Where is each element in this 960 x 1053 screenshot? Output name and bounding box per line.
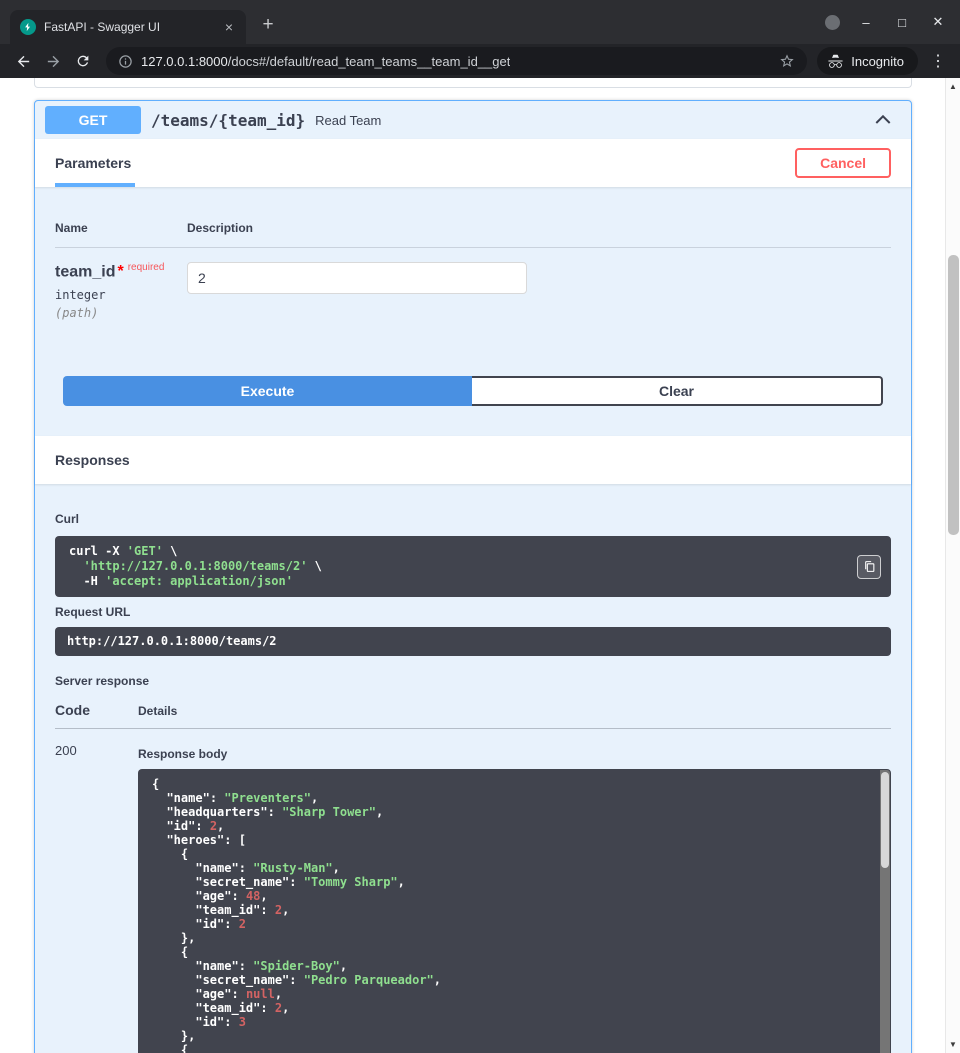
page-scrollbar-thumb[interactable] [948, 255, 959, 535]
bookmark-star-icon[interactable] [779, 53, 795, 69]
new-tab-button[interactable]: + [254, 12, 282, 40]
scroll-up-icon[interactable]: ▲ [946, 82, 960, 91]
swagger-page: GET /teams/{team_id} Read Team Parameter… [0, 78, 945, 1053]
curl-label: Curl [55, 512, 891, 526]
window-close-button[interactable]: ✕ [928, 14, 948, 30]
curl-code: curl -X 'GET' \ 'http://127.0.0.1:8000/t… [55, 536, 891, 597]
responses-body: Curl curl -X 'GET' \ 'http://127.0.0.1:8… [35, 484, 911, 1053]
response-body-scrollbar-thumb[interactable] [881, 772, 889, 868]
parameter-type: integer [55, 288, 187, 302]
responses-title: Responses [55, 452, 130, 468]
browser-navbar: 127.0.0.1:8000/docs#/default/read_team_t… [0, 44, 960, 78]
team-id-input[interactable] [187, 262, 527, 294]
parameter-name: team_id* required [55, 262, 187, 281]
parameter-row: team_id* required integer (path) [55, 248, 891, 320]
back-button[interactable] [10, 48, 36, 74]
response-body-code[interactable]: { "name": "Preventers", "headquarters": … [138, 769, 891, 1053]
previous-section-edge [34, 78, 912, 88]
column-name: Name [55, 221, 187, 235]
request-url-value: http://127.0.0.1:8000/teams/2 [55, 627, 891, 656]
browser-status-icon[interactable] [825, 15, 840, 30]
collapse-chevron-icon[interactable] [873, 110, 893, 130]
parameters-body: Name Description team_id* required intege… [35, 187, 911, 436]
response-details-cell: Response body { "name": "Preventers", "h… [138, 743, 891, 1053]
browser-window: FastAPI - Swagger UI × + – □ ✕ 127.0.0.1… [0, 0, 960, 1053]
browser-menu-icon[interactable]: ⋮ [926, 51, 950, 71]
tab-parameters[interactable]: Parameters [55, 139, 135, 187]
parameter-meta: team_id* required integer (path) [55, 262, 187, 320]
request-url-label: Request URL [55, 605, 891, 619]
scroll-down-icon[interactable]: ▼ [946, 1040, 960, 1049]
operation-path: /teams/{team_id} [151, 111, 305, 130]
column-code: Code [55, 702, 138, 718]
server-response-label: Server response [55, 674, 891, 688]
opblock-get-teams: GET /teams/{team_id} Read Team Parameter… [34, 100, 912, 1053]
execute-button[interactable]: Execute [63, 376, 472, 406]
incognito-icon [827, 53, 844, 70]
column-details: Details [138, 704, 177, 718]
url-host: 127.0.0.1:8000 [141, 54, 228, 69]
browser-titlebar: FastAPI - Swagger UI × + – □ ✕ [0, 0, 960, 44]
minimize-button[interactable]: – [856, 15, 876, 30]
reload-button[interactable] [70, 48, 96, 74]
site-info-icon[interactable] [118, 54, 133, 69]
response-row: 200 Response body { "name": "Preventers"… [55, 729, 891, 1053]
forward-button[interactable] [40, 48, 66, 74]
operation-summary: Read Team [315, 113, 381, 128]
response-body-label: Response body [138, 747, 891, 761]
tab-close-icon[interactable]: × [220, 18, 238, 36]
parameters-header: Parameters Cancel [35, 139, 911, 187]
response-body-block: { "name": "Preventers", "headquarters": … [138, 769, 891, 1053]
browser-tab[interactable]: FastAPI - Swagger UI × [10, 10, 246, 44]
incognito-badge: Incognito [817, 47, 918, 75]
parameter-location: (path) [55, 306, 187, 320]
required-label: required [128, 262, 165, 273]
maximize-button[interactable]: □ [892, 15, 912, 30]
url-text: 127.0.0.1:8000/docs#/default/read_team_t… [141, 54, 510, 69]
opblock-summary[interactable]: GET /teams/{team_id} Read Team [35, 101, 911, 139]
parameter-value-cell [187, 262, 527, 320]
page-scrollbar[interactable]: ▲ ▼ [945, 78, 960, 1053]
column-description: Description [187, 221, 253, 235]
required-star: * [117, 263, 123, 280]
parameters-column-headers: Name Description [55, 221, 891, 248]
address-bar[interactable]: 127.0.0.1:8000/docs#/default/read_team_t… [106, 47, 807, 75]
fastapi-logo-icon [20, 19, 36, 35]
curl-block: curl -X 'GET' \ 'http://127.0.0.1:8000/t… [55, 536, 891, 597]
method-badge: GET [45, 106, 141, 134]
tab-title: FastAPI - Swagger UI [44, 20, 212, 34]
copy-to-clipboard-button[interactable] [857, 555, 881, 579]
clear-button[interactable]: Clear [472, 376, 883, 406]
cancel-button[interactable]: Cancel [795, 148, 891, 178]
execute-row: Execute Clear [63, 376, 883, 406]
response-table-headers: Code Details [55, 702, 891, 729]
parameter-name-text: team_id [55, 263, 115, 280]
responses-header: Responses [35, 436, 911, 484]
url-path: /docs#/default/read_team_teams__team_id_… [228, 54, 511, 69]
status-code: 200 [55, 743, 138, 1053]
response-body-scrollbar[interactable] [880, 770, 890, 1053]
window-controls: – □ ✕ [825, 0, 960, 44]
incognito-label: Incognito [851, 54, 904, 69]
